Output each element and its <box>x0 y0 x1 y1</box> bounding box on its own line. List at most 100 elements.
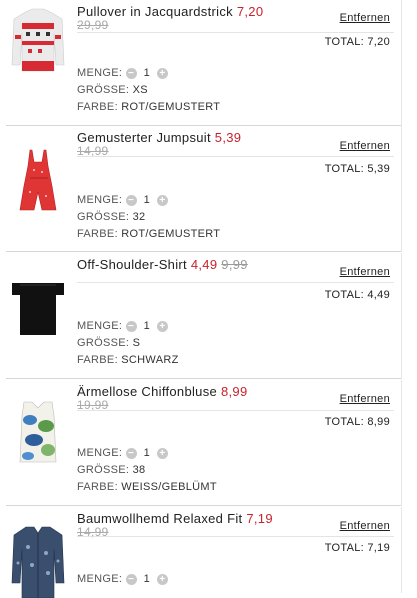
product-title[interactable]: Off-Shoulder-Shirt 4,49 9,99 <box>77 257 248 273</box>
size-row: GRÖSSE: 32 <box>77 211 145 223</box>
total-label: TOTAL: <box>324 163 365 175</box>
quantity-label: MENGE: <box>77 67 123 79</box>
cart-item: Gemusterter Jumpsuit 5,39 14,99 Entferne… <box>6 126 402 252</box>
quantity-label: MENGE: <box>77 194 123 206</box>
remove-button[interactable]: Entfernen <box>340 520 390 532</box>
plus-icon[interactable]: + <box>156 573 168 585</box>
total-value: 7,20 <box>367 36 390 48</box>
sale-price: 8,99 <box>220 384 248 399</box>
item-border <box>401 0 402 126</box>
size-label: GRÖSSE: <box>77 337 130 349</box>
total-label: TOTAL: <box>324 542 365 554</box>
item-divider <box>6 378 402 379</box>
total-label: TOTAL: <box>324 289 365 301</box>
size-row: GRÖSSE: 38 <box>77 464 145 476</box>
product-name[interactable]: Baumwollhemd Relaxed Fit <box>77 511 242 526</box>
color-row: FARBE: SCHWARZ <box>77 354 179 366</box>
item-border <box>401 380 402 506</box>
item-total: TOTAL: 4,49 <box>325 289 390 301</box>
color-row: FARBE: ROT/GEMUSTERT <box>77 101 220 113</box>
remove-button[interactable]: Entfernen <box>340 140 390 152</box>
quantity-value: 1 <box>143 447 150 460</box>
sale-price: 7,20 <box>236 4 264 19</box>
product-name[interactable]: Gemusterter Jumpsuit <box>77 130 211 145</box>
sale-price: 4,49 <box>190 257 218 272</box>
quantity-value: 1 <box>143 573 150 586</box>
quantity-label: MENGE: <box>77 447 123 459</box>
color-label: FARBE: <box>77 101 118 113</box>
cart-item: Pullover in Jacquardstrick 7,20 29,99 En… <box>6 0 402 126</box>
size-value: 38 <box>132 464 146 476</box>
cart-items-list: Pullover in Jacquardstrick 7,20 29,99 En… <box>0 0 417 598</box>
item-border <box>401 253 402 379</box>
product-name[interactable]: Ärmellose Chiffonbluse <box>77 384 217 399</box>
minus-icon[interactable]: − <box>125 67 137 79</box>
color-value: ROT/GEMUSTERT <box>121 101 221 113</box>
quantity-stepper: MENGE: − 1 + <box>77 67 168 79</box>
item-divider <box>6 505 402 506</box>
remove-button[interactable]: Entfernen <box>340 393 390 405</box>
quantity-label: MENGE: <box>77 573 123 585</box>
item-total: TOTAL: 5,39 <box>325 163 390 175</box>
quantity-stepper: MENGE: − 1 + <box>77 194 168 206</box>
remove-button[interactable]: Entfernen <box>340 12 390 24</box>
total-value: 8,99 <box>367 416 390 428</box>
shirt-icon[interactable] <box>6 523 70 598</box>
divider <box>77 536 394 537</box>
color-value: WEISS/GEBLÜMT <box>121 481 217 493</box>
cart-item: Off-Shoulder-Shirt 4,49 9,99 Entfernen T… <box>6 253 402 379</box>
minus-icon[interactable]: − <box>125 573 137 585</box>
product-name[interactable]: Pullover in Jacquardstrick <box>77 4 233 19</box>
plus-icon[interactable]: + <box>156 447 168 459</box>
quantity-value: 1 <box>143 194 150 207</box>
quantity-value: 1 <box>143 67 150 80</box>
cart-item: Ärmellose Chiffonbluse 8,99 19,99 Entfer… <box>6 380 402 506</box>
quantity-label: MENGE: <box>77 320 123 332</box>
sweater-icon[interactable] <box>6 5 70 80</box>
size-label: GRÖSSE: <box>77 211 130 223</box>
total-value: 5,39 <box>367 163 390 175</box>
item-total: TOTAL: 7,20 <box>325 36 390 48</box>
sale-price: 5,39 <box>214 130 242 145</box>
quantity-stepper: MENGE: − 1 + <box>77 447 168 459</box>
quantity-stepper: MENGE: − 1 + <box>77 573 168 585</box>
divider <box>77 156 394 157</box>
divider <box>77 410 394 411</box>
product-name[interactable]: Off-Shoulder-Shirt <box>77 257 187 272</box>
color-value: SCHWARZ <box>121 354 179 366</box>
minus-icon[interactable]: − <box>125 447 137 459</box>
color-label: FARBE: <box>77 481 118 493</box>
minus-icon[interactable]: − <box>125 320 137 332</box>
cart-item: Baumwollhemd Relaxed Fit 7,19 14,99 Entf… <box>6 507 402 598</box>
size-value: 32 <box>132 211 146 223</box>
size-value: XS <box>132 84 148 96</box>
plus-icon[interactable]: + <box>156 194 168 206</box>
total-value: 4,49 <box>367 289 390 301</box>
color-row: FARBE: ROT/GEMUSTERT <box>77 228 220 240</box>
item-total: TOTAL: 7,19 <box>325 542 390 554</box>
plus-icon[interactable]: + <box>156 67 168 79</box>
total-label: TOTAL: <box>324 36 365 48</box>
item-border <box>401 507 402 593</box>
old-price: 9,99 <box>221 257 248 272</box>
size-value: S <box>132 337 141 349</box>
item-total: TOTAL: 8,99 <box>325 416 390 428</box>
color-row: FARBE: WEISS/GEBLÜMT <box>77 481 217 493</box>
item-divider <box>6 251 402 252</box>
size-row: GRÖSSE: XS <box>77 84 148 96</box>
divider <box>77 32 394 33</box>
sale-price: 7,19 <box>246 511 273 526</box>
minus-icon[interactable]: − <box>125 194 137 206</box>
size-label: GRÖSSE: <box>77 464 130 476</box>
shirt-icon[interactable] <box>6 271 70 346</box>
size-row: GRÖSSE: S <box>77 337 140 349</box>
total-label: TOTAL: <box>324 416 365 428</box>
old-price: 29,99 <box>77 18 109 32</box>
remove-button[interactable]: Entfernen <box>340 266 390 278</box>
total-value: 7,19 <box>367 542 390 554</box>
divider <box>77 282 394 283</box>
blouse-icon[interactable] <box>6 396 70 471</box>
plus-icon[interactable]: + <box>156 320 168 332</box>
quantity-stepper: MENGE: − 1 + <box>77 320 168 332</box>
jumpsuit-icon[interactable] <box>6 144 70 219</box>
